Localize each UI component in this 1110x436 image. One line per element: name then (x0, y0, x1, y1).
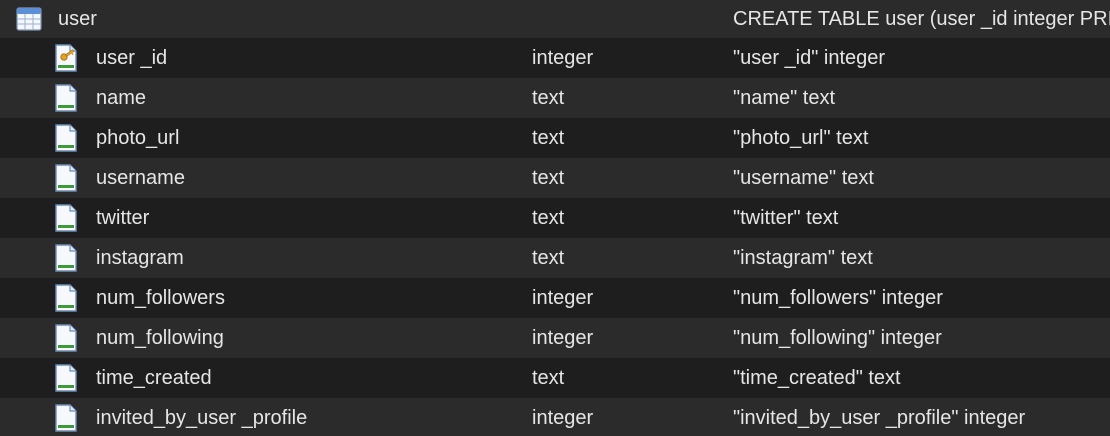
field-type: integer (532, 326, 594, 349)
field-row-7[interactable]: num_following integer "num_following" in… (0, 318, 1110, 358)
field-schema-cell: "twitter" text (733, 198, 1110, 238)
field-type-cell: text (532, 358, 564, 398)
field-type: text (532, 366, 565, 389)
field-row-0[interactable]: user _id integer "user _id" integer (0, 38, 1110, 78)
field-name: num_followers (96, 286, 225, 309)
field-icon (55, 164, 77, 192)
schema-tree: user CREATE TABLE user (user _id integer… (0, 0, 1110, 436)
field-type: text (532, 86, 565, 109)
field-type: text (532, 206, 565, 229)
field-type: integer (532, 286, 594, 309)
field-schema: "instagram" text (733, 246, 873, 269)
field-type: text (532, 166, 565, 189)
field-row-6[interactable]: num_followers integer "num_followers" in… (0, 278, 1110, 318)
field-row-1[interactable]: name text "name" text (0, 78, 1110, 118)
field-name-cell: photo_url (54, 118, 179, 158)
field-type-cell: text (532, 118, 564, 158)
field-name-cell: instagram (54, 238, 184, 278)
field-icon (55, 364, 77, 392)
field-schema: "photo_url" text (733, 126, 869, 149)
field-type: integer (532, 46, 594, 69)
field-name: time_created (96, 366, 212, 389)
field-type-cell: text (532, 158, 564, 198)
table-name: user (58, 7, 97, 30)
table-row-user[interactable]: user CREATE TABLE user (user _id integer… (0, 0, 1110, 38)
field-schema: "twitter" text (733, 206, 839, 229)
field-schema-cell: "name" text (733, 78, 1110, 118)
field-row-3[interactable]: username text "username" text (0, 158, 1110, 198)
field-schema: "time_created" text (733, 366, 901, 389)
field-schema-cell: "invited_by_user _profile" integer (733, 398, 1110, 436)
field-name: username (96, 166, 185, 189)
field-schema-cell: "user _id" integer (733, 38, 1110, 78)
field-icon (55, 84, 77, 112)
field-icon (55, 284, 77, 312)
field-row-4[interactable]: twitter text "twitter" text (0, 198, 1110, 238)
field-name-cell: time_created (54, 358, 212, 398)
field-type-cell: text (532, 238, 564, 278)
field-type-cell: integer (532, 38, 593, 78)
field-schema-cell: "photo_url" text (733, 118, 1110, 158)
field-schema: "username" text (733, 166, 874, 189)
field-name-cell: num_followers (54, 278, 225, 318)
field-name: twitter (96, 206, 150, 229)
field-schema-cell: "username" text (733, 158, 1110, 198)
field-name: user _id (96, 46, 168, 69)
field-name-cell: num_following (54, 318, 224, 358)
field-type-cell: text (532, 198, 564, 238)
table-icon (16, 7, 42, 31)
field-schema-cell: "time_created" text (733, 358, 1110, 398)
field-type-cell: integer (532, 278, 593, 318)
field-name: name (96, 86, 147, 109)
field-name-cell: invited_by_user _profile (54, 398, 307, 436)
field-row-8[interactable]: time_created text "time_created" text (0, 358, 1110, 398)
field-name: invited_by_user _profile (96, 406, 308, 429)
field-name-cell: username (54, 158, 185, 198)
field-name-cell: name (54, 78, 146, 118)
primary-key-field-icon (55, 44, 77, 72)
field-icon (55, 204, 77, 232)
field-icon (55, 324, 77, 352)
field-name: photo_url (96, 126, 180, 149)
field-row-9[interactable]: invited_by_user _profile integer "invite… (0, 398, 1110, 436)
field-schema: "num_followers" integer (733, 286, 943, 309)
field-schema: "user _id" integer (733, 46, 886, 69)
field-icon (55, 244, 77, 272)
field-schema: "name" text (733, 86, 836, 109)
table-name-cell: user (16, 0, 97, 38)
field-type-cell: integer (532, 398, 593, 436)
field-name-cell: user _id (54, 38, 167, 78)
field-type: integer (532, 406, 594, 429)
field-name: instagram (96, 246, 184, 269)
field-type-cell: text (532, 78, 564, 118)
field-type-cell: integer (532, 318, 593, 358)
field-schema-cell: "num_followers" integer (733, 278, 1110, 318)
field-name: num_following (96, 326, 224, 349)
table-schema-cell: CREATE TABLE user (user _id integer PRIM… (733, 0, 1110, 38)
field-schema: "invited_by_user _profile" integer (733, 406, 1026, 429)
field-row-5[interactable]: instagram text "instagram" text (0, 238, 1110, 278)
table-schema: CREATE TABLE user (user _id integer PRIM… (733, 7, 1110, 30)
field-icon (55, 124, 77, 152)
field-schema: "num_following" integer (733, 326, 942, 349)
field-row-2[interactable]: photo_url text "photo_url" text (0, 118, 1110, 158)
field-type: text (532, 246, 565, 269)
field-name-cell: twitter (54, 198, 149, 238)
field-schema-cell: "num_following" integer (733, 318, 1110, 358)
field-schema-cell: "instagram" text (733, 238, 1110, 278)
field-icon (55, 404, 77, 432)
field-type: text (532, 126, 565, 149)
